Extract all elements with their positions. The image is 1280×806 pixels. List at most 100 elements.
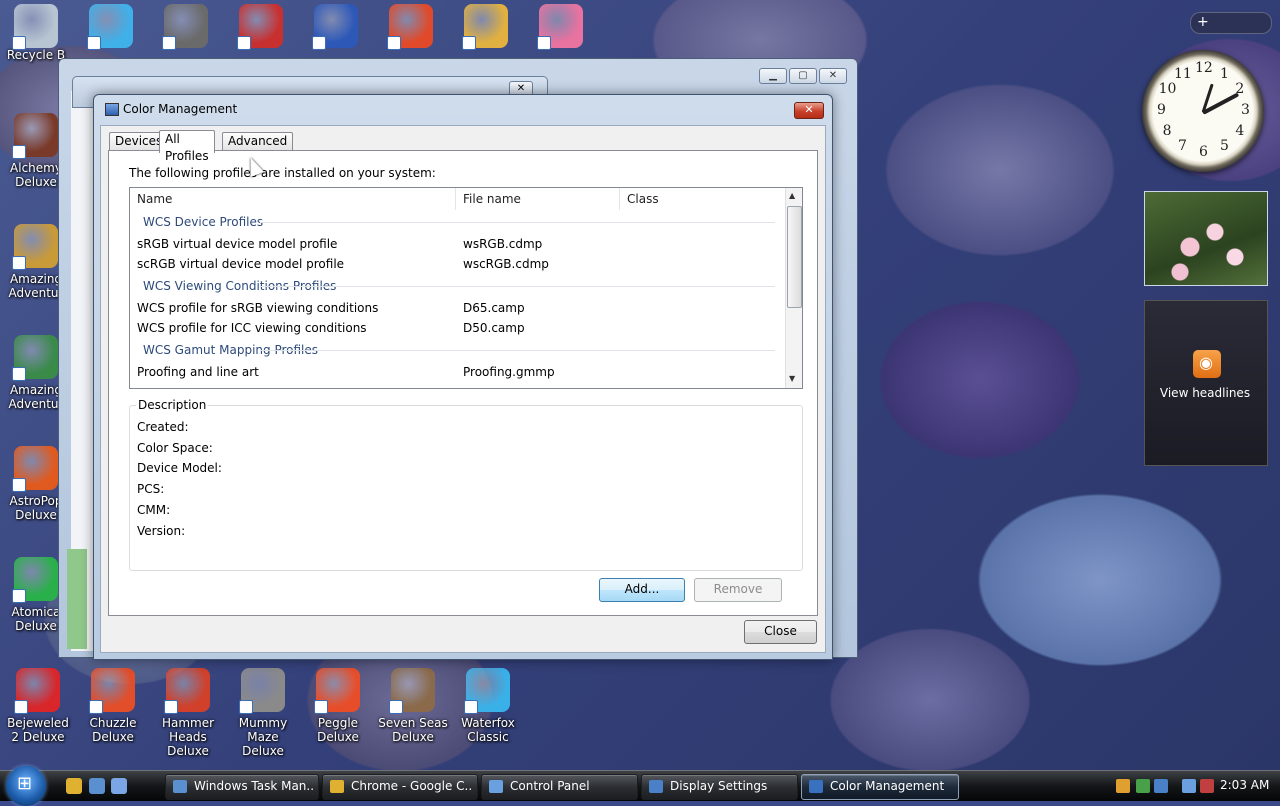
desktop-bottom-icon-0[interactable]: Bejeweled 2 Deluxe	[2, 668, 74, 744]
close-button[interactable]: ✕	[819, 68, 847, 84]
close-dialog-button[interactable]: Close	[744, 620, 817, 644]
list-scrollbar[interactable]: ▲ ▼	[785, 188, 802, 388]
clock-gadget[interactable]: 12 1 2 3 4 5 6 7 8 9 10 11	[1142, 50, 1264, 172]
dialog-close-button[interactable]: ✕	[794, 102, 824, 119]
profile-name: WCS profile for sRGB viewing conditions	[137, 301, 379, 315]
desktop-bottom-icon-6[interactable]: Waterfox Classic	[452, 668, 524, 744]
taskbar-button-0[interactable]: Windows Task Man...	[165, 774, 319, 800]
profile-row[interactable]: scRGB virtual device model profile wscRGB…	[130, 255, 786, 273]
profile-row[interactable]: WCS profile for sRGB viewing conditions D…	[130, 299, 786, 317]
taskbar-app-icon	[809, 780, 823, 793]
taskbar-button-1[interactable]: Chrome - Google C...	[322, 774, 478, 800]
desktop-bottom-icon-1[interactable]: Chuzzle Deluxe	[77, 668, 149, 744]
rss-icon	[1193, 350, 1221, 378]
shortcut-icon	[312, 4, 358, 50]
network-icon[interactable]	[1182, 779, 1196, 793]
maximize-button[interactable]: ▢	[789, 68, 817, 84]
desktop-icon-label: Peggle Deluxe	[317, 716, 359, 744]
show-desktop-icon[interactable]	[89, 778, 105, 794]
profile-row[interactable]: sRGB virtual device model profile wsRGB.c…	[130, 235, 786, 253]
desktop-top-icon-6[interactable]	[450, 4, 522, 50]
scroll-thumb[interactable]	[787, 206, 802, 308]
description-field-label: PCS:	[137, 482, 165, 497]
clock-number: 1	[1220, 65, 1229, 82]
taskbar-button-2[interactable]: Control Panel	[481, 774, 638, 800]
profile-row[interactable]: WCS profile for ICC viewing conditions D5…	[130, 319, 786, 337]
column-header-class[interactable]: Class	[620, 188, 786, 210]
minimize-button[interactable]: ▁	[759, 68, 787, 84]
taskbar-button-label: Control Panel	[510, 779, 590, 793]
taskbar-button-4[interactable]: Color Management	[801, 774, 959, 800]
desktop-bottom-icon-5[interactable]: Seven Seas Deluxe	[377, 668, 449, 744]
volume-icon[interactable]	[1200, 779, 1214, 793]
desktop-top-icon-2[interactable]	[150, 4, 222, 50]
desktop-icon-label: Mummy Maze Deluxe	[238, 716, 288, 758]
background-window-accent	[67, 549, 87, 649]
color-management-dialog[interactable]: Color Management ✕ Devices All Profiles …	[93, 94, 833, 660]
desktop-top-icon-1[interactable]	[75, 4, 147, 50]
desktop-top-icon-0[interactable]: Recycle B	[0, 4, 72, 62]
profile-name: scRGB virtual device model profile	[137, 257, 345, 271]
add-gadget-icon[interactable]: +	[1197, 14, 1209, 30]
profile-group-header: WCS Device Profiles	[143, 215, 264, 229]
shortcut-icon	[12, 113, 58, 159]
profile-row[interactable]: Proofing and line art Proofing.gmmp	[130, 363, 786, 381]
desktop-icon-label: Waterfox Classic	[461, 716, 515, 744]
shortcut-icon	[314, 668, 360, 714]
desktop-top-icon-3[interactable]	[225, 4, 297, 50]
description-field-label: Version:	[137, 523, 186, 538]
remove-button[interactable]: Remove	[694, 578, 782, 602]
scroll-up-icon[interactable]: ▲	[789, 191, 795, 200]
taskbar-app-icon	[489, 780, 503, 793]
tab-all-profiles[interactable]: All Profiles	[159, 130, 215, 163]
clock-number: 8	[1162, 123, 1172, 139]
taskbar: Windows Task Man... Chrome - Google C... C…	[0, 766, 1280, 806]
shortcut-icon	[239, 668, 285, 714]
intro-text: The following profiles are installed on …	[129, 166, 436, 180]
tray-app-icon-2[interactable]	[1154, 779, 1168, 793]
desktop-bottom-icon-4[interactable]: Peggle Deluxe	[302, 668, 374, 744]
switch-windows-icon[interactable]	[111, 778, 127, 794]
shortcut-icon	[387, 4, 433, 50]
group-separator	[260, 222, 775, 223]
profiles-list[interactable]: Name File name Class WCS Device Profiles…	[129, 187, 803, 389]
desktop-bottom-icon-2[interactable]: Hammer Heads Deluxe	[152, 668, 224, 758]
clock-number: 9	[1157, 102, 1166, 118]
view-headlines-link[interactable]: View headlines	[1144, 386, 1266, 400]
clock-number: 3	[1241, 102, 1250, 118]
all-profiles-panel: The following profiles are installed on …	[108, 150, 818, 616]
taskbar-button-label: Windows Task Man...	[194, 779, 314, 793]
desktop-icon-label: Bejeweled 2 Deluxe	[7, 716, 69, 744]
add-button[interactable]: Add...	[599, 578, 685, 602]
profile-name: Proofing and line art	[137, 365, 259, 379]
taskbar-clock[interactable]: 2:03 AM	[1220, 778, 1269, 792]
description-field-label: Color Space:	[137, 440, 213, 455]
sidebar-control-bar[interactable]: +	[1190, 12, 1272, 34]
column-header-file-name[interactable]: File name	[456, 188, 620, 210]
description-group: Description Created: Color Space: Device M…	[129, 398, 803, 571]
tab-advanced[interactable]: Advanced	[222, 132, 294, 151]
chrome-quicklaunch-icon[interactable]	[66, 778, 82, 794]
desktop-top-icon-5[interactable]	[375, 4, 447, 50]
slideshow-gadget[interactable]	[1144, 191, 1268, 286]
tray-app-icon[interactable]	[1136, 779, 1150, 793]
desktop-top-icon-7[interactable]	[525, 4, 597, 50]
description-field-label: Device Model:	[137, 461, 222, 476]
column-header-name[interactable]: Name	[130, 188, 456, 210]
security-icon[interactable]	[1116, 779, 1130, 793]
taskbar-app-icon	[649, 780, 663, 793]
desktop-bottom-icon-3[interactable]: Mummy Maze Deluxe	[227, 668, 299, 758]
profile-name: sRGB virtual device model profile	[137, 237, 338, 251]
profile-file-name: D50.camp	[463, 321, 525, 335]
start-button[interactable]	[6, 766, 46, 806]
dialog-title: Color Management	[123, 102, 238, 116]
profile-file-name: wscRGB.cdmp	[463, 257, 549, 271]
taskbar-button-label: Chrome - Google C...	[351, 779, 473, 793]
profile-file-name: Proofing.gmmp	[463, 365, 555, 379]
feed-headlines-gadget[interactable]	[1144, 300, 1268, 466]
desktop-top-icon-4[interactable]	[300, 4, 372, 50]
shortcut-icon	[12, 557, 58, 603]
clock-number: 5	[1220, 138, 1229, 155]
taskbar-button-3[interactable]: Display Settings	[641, 774, 798, 800]
scroll-down-icon[interactable]: ▼	[789, 374, 795, 383]
